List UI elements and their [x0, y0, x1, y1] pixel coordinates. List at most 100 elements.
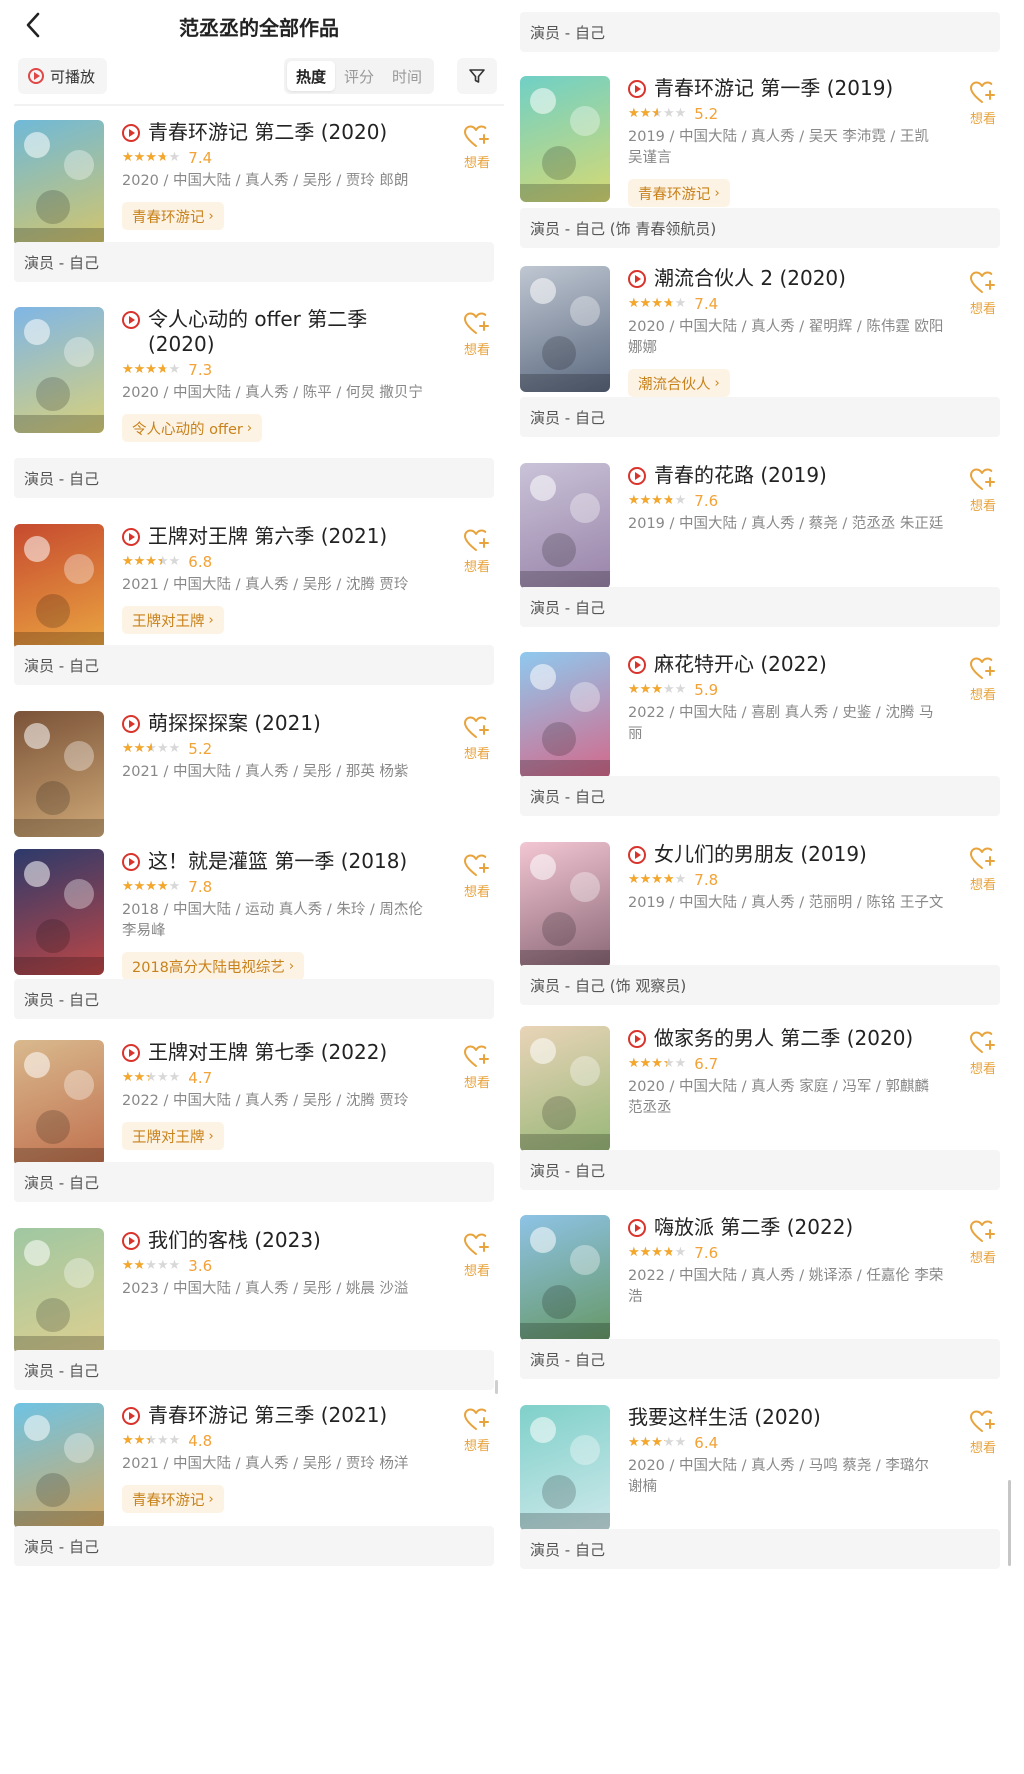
poster-image[interactable] [520, 652, 610, 778]
series-tag[interactable]: 王牌对王牌 › [122, 1122, 224, 1150]
work-title-row[interactable]: 女儿们的男朋友 (2019) [628, 842, 946, 867]
poster-image[interactable] [520, 463, 610, 589]
want-to-watch-label: 想看 [463, 1264, 490, 1279]
rating-row: ★★★★★★★★★★ 7.4 [628, 295, 946, 313]
work-title-row[interactable]: 令人心动的 offer 第二季 (2020) [122, 307, 440, 357]
series-tag-label: 青春环游记 [132, 209, 205, 226]
poster-image[interactable] [520, 1405, 610, 1531]
work-title[interactable]: 令人心动的 offer 第二季 (2020) [148, 307, 440, 357]
filter-button[interactable] [457, 58, 497, 94]
series-tag[interactable]: 王牌对王牌 › [122, 606, 224, 634]
want-to-watch-button[interactable]: 想看 [963, 846, 1003, 896]
work-title-row[interactable]: 我们的客栈 (2023) [122, 1228, 440, 1253]
work-title[interactable]: 我们的客栈 (2023) [148, 1228, 321, 1253]
poster-image[interactable] [14, 524, 104, 650]
work-title[interactable]: 女儿们的男朋友 (2019) [654, 842, 867, 867]
work-title-row[interactable]: 青春环游记 第二季 (2020) [122, 120, 440, 145]
work-title-row[interactable]: 做家务的男人 第二季 (2020) [628, 1026, 946, 1051]
rating-stars: ★★★★★★★★★★ [122, 1433, 181, 1448]
work-title[interactable]: 青春环游记 第一季 (2019) [654, 76, 893, 101]
work-title-row[interactable]: 王牌对王牌 第六季 (2021) [122, 524, 440, 549]
work-title-row[interactable]: 嗨放派 第二季 (2022) [628, 1215, 946, 1240]
rating-row: ★★★★★★★★★★ 5.2 [122, 740, 440, 758]
work-title[interactable]: 萌探探探案 (2021) [148, 711, 321, 736]
role-bar: 演员 - 自己 [14, 242, 494, 282]
poster-image[interactable] [14, 1040, 104, 1166]
poster-image[interactable] [14, 1403, 104, 1529]
work-title[interactable]: 王牌对王牌 第六季 (2021) [148, 524, 387, 549]
work-title[interactable]: 做家务的男人 第二季 (2020) [654, 1026, 913, 1051]
want-to-watch-button[interactable]: 想看 [457, 853, 497, 903]
role-bar: 演员 - 自己 [520, 587, 1000, 627]
work-title-row[interactable]: 青春环游记 第三季 (2021) [122, 1403, 440, 1428]
work-title[interactable]: 王牌对王牌 第七季 (2022) [148, 1040, 387, 1065]
want-to-watch-button[interactable]: 想看 [457, 1232, 497, 1282]
scrollbar[interactable] [1008, 1480, 1011, 1566]
work-title[interactable]: 青春环游记 第二季 (2020) [148, 120, 387, 145]
series-tag[interactable]: 2018高分大陆电视综艺 › [122, 952, 305, 980]
chevron-right-icon: › [208, 612, 214, 628]
chevron-right-icon: › [246, 420, 253, 436]
want-to-watch-button[interactable]: 想看 [963, 1030, 1003, 1080]
work-title[interactable]: 这！就是灌篮 第一季 (2018) [148, 849, 407, 874]
series-tag[interactable]: 青春环游记 › [122, 202, 224, 230]
work-title[interactable]: 青春的花路 (2019) [654, 463, 827, 488]
work-title-row[interactable]: 麻花特开心 (2022) [628, 652, 946, 677]
heart-plus-icon [970, 1410, 995, 1432]
series-tag[interactable]: 青春环游记 › [122, 1485, 224, 1513]
work-title[interactable]: 我要这样生活 (2020) [628, 1405, 821, 1430]
rating-row: ★★★★★★★★★★ 7.6 [628, 492, 946, 510]
want-to-watch-button[interactable]: 想看 [963, 80, 1003, 130]
work-title-row[interactable]: 青春环游记 第一季 (2019) [628, 76, 946, 101]
work-info: 青春环游记 第三季 (2021) ★★★★★★★★★★ 4.8 2021 / 中国大陆… [122, 1403, 440, 1513]
work-title-row[interactable]: 萌探探探案 (2021) [122, 711, 440, 736]
poster-image[interactable] [14, 120, 104, 246]
tab-hot[interactable]: 热度 [287, 61, 336, 91]
want-to-watch-button[interactable]: 想看 [963, 467, 1003, 517]
heart-plus-icon [970, 1031, 995, 1053]
work-title-row[interactable]: 这！就是灌篮 第一季 (2018) [122, 849, 440, 874]
poster-image[interactable] [14, 711, 104, 837]
want-to-watch-button[interactable]: 想看 [963, 1409, 1003, 1459]
poster-image[interactable] [520, 1215, 610, 1341]
want-to-watch-button[interactable]: 想看 [457, 715, 497, 765]
poster-image[interactable] [520, 266, 610, 392]
want-to-watch-button[interactable]: 想看 [457, 1044, 497, 1094]
want-to-watch-button[interactable]: 想看 [457, 528, 497, 578]
work-title-row[interactable]: 青春的花路 (2019) [628, 463, 946, 488]
work-title[interactable]: 潮流合伙人 2 (2020) [654, 266, 846, 291]
work-title[interactable]: 嗨放派 第二季 (2022) [654, 1215, 853, 1240]
want-to-watch-button[interactable]: 想看 [457, 124, 497, 174]
want-to-watch-button[interactable]: 想看 [457, 1407, 497, 1457]
work-title-row[interactable]: 我要这样生活 (2020) [628, 1405, 946, 1430]
playable-label: 可播放 [50, 67, 96, 86]
series-tag-label: 王牌对王牌 [132, 1129, 205, 1146]
series-tag[interactable]: 青春环游记 › [628, 179, 730, 207]
poster-image[interactable] [14, 307, 104, 433]
series-tag[interactable]: 令人心动的 offer › [122, 414, 263, 442]
work-title-row[interactable]: 王牌对王牌 第七季 (2022) [122, 1040, 440, 1065]
rating-stars: ★★★★★★★★★★ [628, 296, 687, 311]
work-title-row[interactable]: 潮流合伙人 2 (2020) [628, 266, 946, 291]
work-title[interactable]: 麻花特开心 (2022) [654, 652, 827, 677]
series-tag[interactable]: 潮流合伙人 › [628, 369, 730, 397]
want-to-watch-button[interactable]: 想看 [963, 1219, 1003, 1269]
poster-image[interactable] [520, 842, 610, 968]
poster-image[interactable] [14, 1228, 104, 1354]
work-title[interactable]: 青春环游记 第三季 (2021) [148, 1403, 387, 1428]
playable-filter-button[interactable]: 可播放 [18, 58, 108, 94]
poster-image[interactable] [14, 849, 104, 975]
rating-score: 5.2 [188, 740, 213, 758]
rating-stars: ★★★★★★★★★★ [122, 1070, 181, 1085]
rating-row: ★★★★★★★★★★ 5.2 [628, 105, 946, 123]
want-to-watch-button[interactable]: 想看 [457, 311, 497, 361]
want-to-watch-label: 想看 [969, 112, 996, 127]
want-to-watch-button[interactable]: 想看 [963, 656, 1003, 706]
poster-image[interactable] [520, 1026, 610, 1152]
want-to-watch-button[interactable]: 想看 [963, 270, 1003, 320]
heart-plus-icon [464, 1408, 489, 1430]
play-circle-icon [628, 656, 646, 674]
poster-image[interactable] [520, 76, 610, 202]
tab-rating[interactable]: 评分 [335, 61, 383, 91]
tab-time[interactable]: 时间 [383, 61, 431, 91]
